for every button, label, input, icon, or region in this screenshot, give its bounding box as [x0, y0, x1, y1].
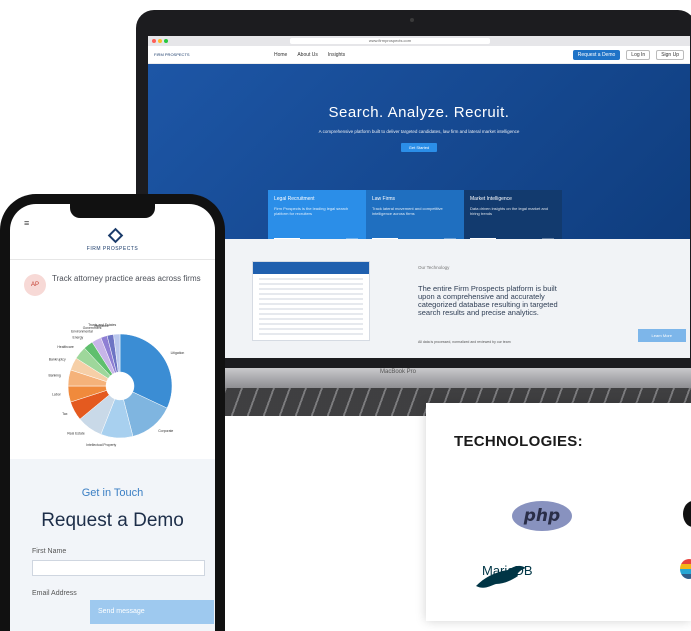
- nav-links: Home About Us Insights: [274, 52, 345, 58]
- screenshot-table: [259, 278, 363, 336]
- php-logo: php: [512, 501, 572, 531]
- nav-link-insights[interactable]: Insights: [328, 52, 345, 58]
- practice-badge: AP: [24, 274, 46, 296]
- hero-subtitle: A comprehensive platform built to delive…: [318, 129, 520, 134]
- hero-section: Search. Analyze. Recruit. A comprehensiv…: [148, 64, 690, 254]
- address-bar[interactable]: www.firmprospects.com: [290, 38, 490, 44]
- browser-bar: www.firmprospects.com: [148, 36, 690, 46]
- site-nav: FIRM PROSPECTS Home About Us Insights Re…: [148, 46, 690, 64]
- pie-label: Tax: [62, 412, 68, 416]
- pie-chart-svg: Litigation Corporate Intellectual Property…: [48, 323, 185, 447]
- first-name-label: First Name: [32, 548, 67, 555]
- pie-label: Trusts and Estates: [88, 323, 116, 327]
- laptop-screen: www.firmprospects.com FIRM PROSPECTS Hom…: [148, 36, 690, 358]
- pie-label: Energy: [72, 336, 83, 340]
- phone-notch: [70, 204, 155, 218]
- platform-screenshot: [252, 261, 370, 341]
- request-demo-button[interactable]: Request a Demo: [572, 49, 621, 60]
- section-text: The entire Firm Prospects platform is bu…: [418, 284, 558, 317]
- pie-label: Healthcare: [57, 345, 74, 349]
- mariadb-logo: MariaDB: [482, 563, 533, 578]
- section-small-text: All data is processed, normalized and re…: [418, 340, 511, 344]
- stage: www.firmprospects.com FIRM PROSPECTS Hom…: [0, 0, 691, 631]
- laptop-brand: MacBook Pro: [380, 369, 417, 375]
- nav-link-home[interactable]: Home: [274, 52, 287, 58]
- send-message-button[interactable]: Send message: [90, 600, 214, 624]
- email-label: Email Address: [32, 590, 77, 597]
- technology-section: Our Technology The entire Firm Prospects…: [148, 239, 690, 358]
- pie-label: Banking: [48, 374, 60, 378]
- divider: [10, 259, 215, 260]
- pie-slice-litigation: [119, 333, 173, 409]
- maximize-window-icon[interactable]: [164, 39, 168, 43]
- screenshot-header: [253, 262, 369, 274]
- pie-label: Litigation: [171, 351, 185, 355]
- practice-area-pie-chart: Litigation Corporate Intellectual Property…: [30, 314, 210, 454]
- card-title: Law Firms: [372, 196, 396, 202]
- technologies-card: TECHNOLOGIES: php MariaDB: [426, 403, 691, 621]
- technologies-title: TECHNOLOGIES:: [454, 433, 583, 450]
- phone: ≡ FIRM PROSPECTS AP Track attorney pract…: [0, 194, 225, 631]
- pie-label: Real Estate: [67, 432, 85, 436]
- camera-dot: [410, 18, 414, 22]
- nav-link-about[interactable]: About Us: [297, 52, 318, 58]
- request-demo-heading: Request a Demo: [41, 510, 184, 531]
- card-text: Track lateral movement and competitive i…: [372, 206, 443, 216]
- tracking-text: Track attorney practice areas across fir…: [52, 274, 201, 283]
- pie-label: Intellectual Property: [86, 443, 116, 447]
- pie-label: Environmental: [71, 330, 93, 334]
- pie-label: Bankruptcy: [49, 357, 66, 361]
- logo-icon: [107, 227, 124, 244]
- nav-actions: Request a Demo Log In Sign Up: [572, 49, 684, 60]
- hero-title: Search. Analyze. Recruit.: [328, 104, 510, 121]
- phone-logo[interactable]: FIRM PROSPECTS: [10, 246, 215, 252]
- card-title: Legal Recruitment: [274, 196, 315, 202]
- card-text: Data driven insights on the legal market…: [470, 206, 549, 216]
- pie-label: Labor: [52, 392, 62, 396]
- minimize-window-icon[interactable]: [158, 39, 162, 43]
- card-text: Firm Prospects is the leading legal sear…: [274, 206, 349, 216]
- hamburger-menu-icon[interactable]: ≡: [24, 218, 29, 228]
- pie-label: Corporate: [158, 429, 173, 433]
- technology-logo-cropped: [680, 559, 691, 579]
- card-title: Market Intelligence: [470, 196, 512, 202]
- technology-logo-cropped: [683, 501, 691, 527]
- section-label: Our Technology: [418, 265, 450, 270]
- signup-button[interactable]: Sign Up: [656, 49, 684, 60]
- section-button[interactable]: Learn More: [637, 329, 686, 342]
- close-window-icon[interactable]: [152, 39, 156, 43]
- phone-screen: ≡ FIRM PROSPECTS AP Track attorney pract…: [10, 204, 215, 631]
- site-logo[interactable]: FIRM PROSPECTS: [154, 52, 214, 57]
- hero-button[interactable]: Get Started: [400, 143, 438, 152]
- get-in-touch-heading: Get in Touch: [81, 487, 144, 499]
- login-button[interactable]: Log In: [626, 49, 651, 60]
- first-name-input[interactable]: [32, 560, 205, 576]
